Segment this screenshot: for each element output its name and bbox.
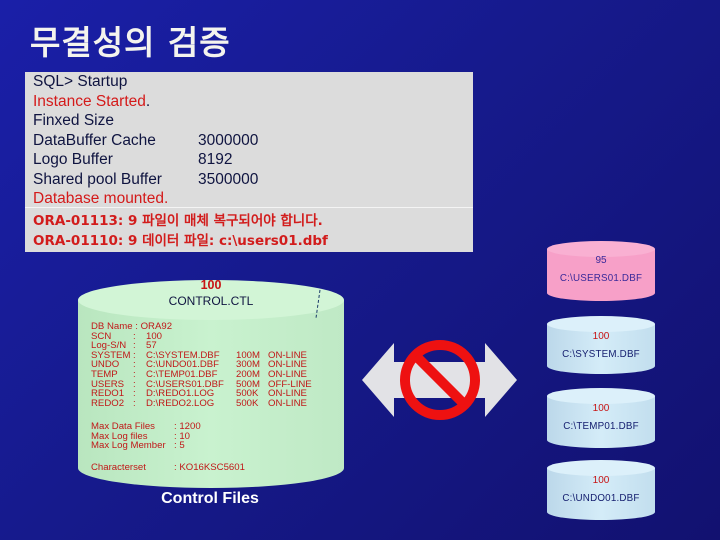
datafile-name: C:\UNDO01.DBF — [562, 493, 640, 504]
console-line-shared-pool: Shared pool Buffer 3500000 — [33, 170, 463, 190]
datafile-scn: 100 — [592, 331, 610, 342]
control-files-caption: Control Files — [161, 490, 259, 507]
datafile-name: C:\SYSTEM.DBF — [562, 349, 640, 360]
error-line-ora-01110: ORA-01110: 9 데이터 파일: c:\users01.dbf — [33, 233, 328, 249]
console-line-db-mounted: Database mounted. — [33, 189, 463, 209]
characterset-row: Characterset : KO16KSC5601 — [91, 462, 245, 473]
entry-size: 500K — [236, 397, 259, 409]
console-line-startup: SQL> Startup — [33, 72, 463, 92]
cylinder-shape — [547, 241, 655, 301]
console-value: 3500000 — [198, 170, 259, 188]
console-text: Instance Started — [33, 92, 146, 110]
datafile-cylinder-undo: 100 C:\UNDO01.DBF — [547, 459, 655, 521]
datafile-name: C:\TEMP01.DBF — [563, 421, 639, 432]
limit-value: : 5 — [174, 440, 185, 452]
console-value: 3000000 — [198, 131, 259, 149]
cylinder-shape — [547, 316, 655, 374]
console-line-databuffer: DataBuffer Cache 3000000 — [33, 131, 463, 151]
console-line-fixed-size: Finxed Size — [33, 111, 463, 131]
entry-status: ON-LINE — [268, 397, 307, 409]
limit-key: Max Log Member — [91, 440, 166, 452]
entry-sep: : — [133, 397, 136, 409]
entry-key: REDO2 — [91, 397, 125, 409]
console-text: Logo Buffer — [33, 151, 113, 168]
slide-title: 무결성의 검증 — [30, 23, 231, 62]
prohibited-sync-icon — [362, 340, 517, 420]
console-line-log-buffer: Logo Buffer 8192 — [33, 150, 463, 170]
cylinder-shape — [547, 388, 655, 448]
console-line-instance-started: Instance Started. — [33, 92, 463, 112]
datafile-scn: 100 — [592, 403, 610, 414]
datafile-scn: 100 — [592, 475, 610, 486]
control-file-name: CONTROL.CTL — [168, 294, 254, 308]
console-divider — [25, 207, 473, 208]
datafile-cylinder-temp: 100 C:\TEMP01.DBF — [547, 387, 655, 449]
error-line-ora-01113: ORA-01113: 9 파일이 매체 복구되어야 합니다. — [33, 213, 323, 229]
console-text: Finxed Size — [33, 112, 114, 129]
sql-console-output: SQL> Startup Instance Started. Finxed Si… — [25, 72, 473, 252]
cylinder-shape — [547, 460, 655, 520]
control-file-cylinder: 100 CONTROL.CTL DB Name : ORA92 SCN:100 … — [78, 278, 344, 488]
datafile-scn: 95 — [595, 255, 607, 266]
charset-key: Characterset — [91, 462, 146, 473]
console-text: SQL> Startup — [33, 73, 128, 90]
console-text: Shared pool Buffer — [33, 170, 162, 188]
console-value: 8192 — [198, 151, 233, 168]
console-text: DataBuffer Cache — [33, 131, 156, 149]
datafile-cylinder-system: 100 C:\SYSTEM.DBF — [547, 315, 655, 375]
charset-value: : KO16KSC5601 — [174, 462, 245, 473]
entry-file: D:\REDO2.LOG — [146, 397, 215, 409]
control-file-scn: 100 — [200, 278, 222, 292]
console-text: Database mounted. — [33, 190, 169, 207]
console-suffix: . — [145, 92, 151, 110]
datafile-name: C:\USERS01.DBF — [559, 273, 643, 284]
datafile-cylinder-users: 95 C:\USERS01.DBF — [547, 240, 655, 302]
